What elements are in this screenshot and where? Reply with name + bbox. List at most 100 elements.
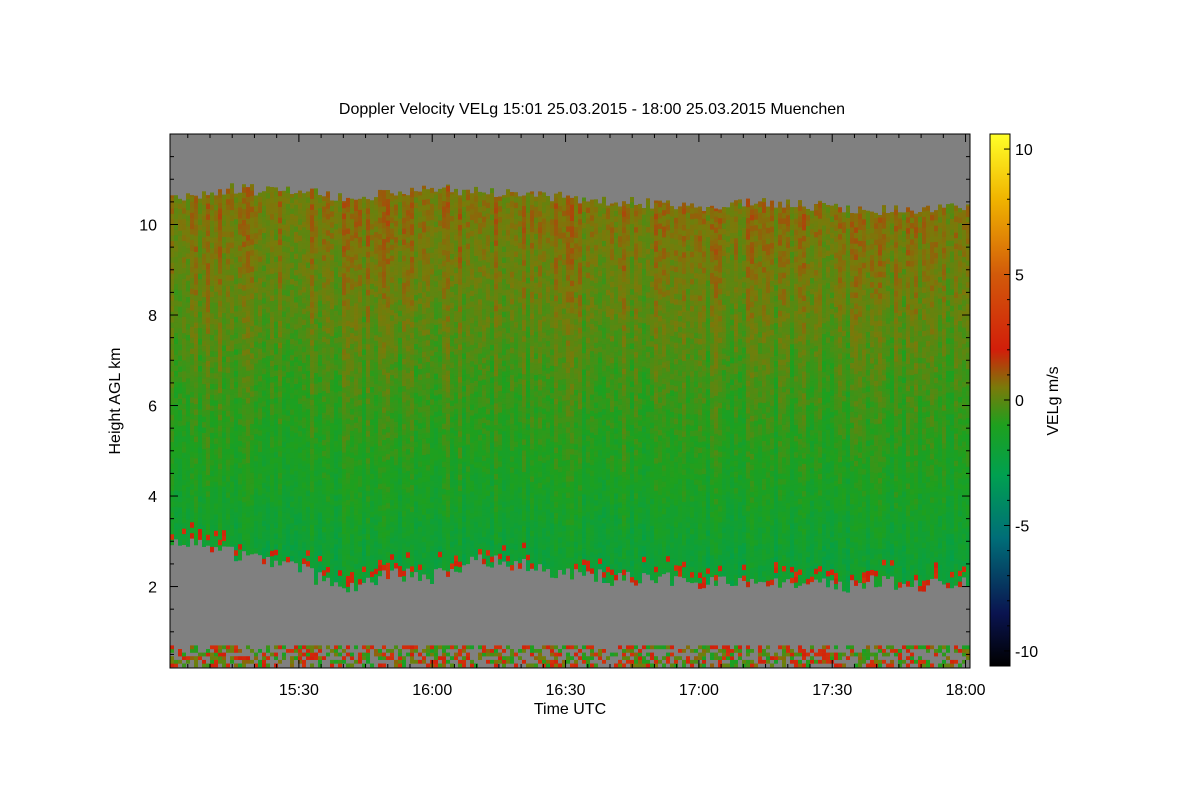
velocity-cell (314, 291, 318, 297)
velocity-cell (294, 340, 298, 346)
velocity-cell (442, 488, 446, 495)
velocity-cell (382, 309, 386, 316)
velocity-cell (406, 421, 410, 428)
velocity-cell (222, 328, 226, 335)
velocity-cell (390, 483, 394, 490)
velocity-cell (322, 504, 326, 511)
velocity-cell (226, 535, 230, 542)
velocity-cell (230, 394, 234, 401)
velocity-cell (350, 414, 354, 420)
velocity-cell (222, 247, 226, 254)
velocity-cell (234, 289, 238, 296)
velocity-cell (454, 354, 458, 360)
velocity-cell (274, 413, 278, 420)
velocity-cell (222, 475, 226, 482)
velocity-cell (262, 406, 266, 413)
velocity-cell (370, 473, 374, 480)
velocity-cell (454, 364, 458, 371)
velocity-cell (318, 506, 322, 513)
velocity-cell (398, 250, 402, 257)
velocity-cell (246, 516, 250, 523)
velocity-cell (430, 436, 434, 443)
velocity-cell (446, 299, 450, 306)
velocity-cell (206, 479, 210, 486)
velocity-cell (194, 484, 198, 491)
velocity-cell (250, 379, 254, 386)
velocity-cell (402, 331, 406, 338)
velocity-cell (370, 446, 374, 453)
velocity-cell (366, 300, 370, 307)
velocity-cell (330, 509, 334, 516)
velocity-cell (438, 491, 442, 498)
velocity-cell (174, 386, 178, 393)
velocity-cell (398, 283, 402, 290)
velocity-cell (430, 333, 434, 340)
velocity-cell (314, 247, 318, 254)
velocity-cell (246, 430, 250, 436)
velocity-cell (170, 262, 174, 269)
velocity-cell (230, 187, 234, 194)
velocity-cell (258, 462, 262, 469)
velocity-cell (350, 213, 354, 220)
velocity-cell (318, 397, 322, 404)
velocity-cell (202, 258, 206, 265)
velocity-cell (206, 382, 210, 389)
velocity-cell (238, 277, 242, 284)
velocity-cell (186, 329, 190, 335)
velocity-cell (358, 464, 362, 471)
velocity-cell (386, 459, 390, 466)
velocity-cell (450, 220, 454, 227)
velocity-cell (306, 392, 310, 399)
velocity-cell (374, 551, 378, 558)
velocity-cell (242, 311, 246, 318)
velocity-cell (362, 419, 366, 426)
velocity-cell (430, 197, 434, 204)
velocity-cell (258, 364, 262, 371)
velocity-cell (222, 372, 226, 379)
velocity-cell (398, 402, 402, 409)
velocity-cell (214, 242, 218, 249)
velocity-cell (182, 234, 186, 241)
velocity-cell (326, 305, 330, 312)
velocity-cell (294, 535, 298, 542)
velocity-cell (282, 419, 286, 426)
velocity-cell (390, 412, 394, 419)
velocity-cell (426, 567, 430, 574)
velocity-cell (170, 479, 174, 486)
velocity-cell (306, 218, 310, 225)
velocity-cell (286, 301, 290, 308)
velocity-cell (198, 354, 202, 361)
velocity-cell (386, 214, 390, 221)
velocity-cell (174, 283, 178, 290)
velocity-cell (382, 320, 386, 326)
velocity-cell (346, 200, 350, 207)
velocity-cell (190, 472, 194, 479)
velocity-cell (186, 415, 190, 422)
velocity-cell (354, 460, 358, 467)
velocity-cell (246, 381, 250, 388)
velocity-cell (334, 522, 338, 528)
velocity-cell (238, 223, 242, 230)
velocity-cell (170, 512, 174, 518)
velocity-cell (190, 195, 194, 202)
velocity-cell (402, 320, 406, 327)
velocity-cell (342, 316, 346, 323)
velocity-cell (218, 452, 222, 459)
velocity-cell (426, 459, 430, 466)
velocity-cell (414, 316, 418, 323)
velocity-cell (174, 337, 178, 344)
velocity-cell (314, 258, 318, 265)
velocity-cell (254, 243, 258, 250)
velocity-cell (358, 497, 362, 504)
velocity-cell (286, 203, 290, 210)
velocity-cell (310, 269, 314, 275)
velocity-cell (354, 471, 358, 478)
velocity-cell (290, 311, 294, 318)
velocity-cell (238, 397, 242, 403)
velocity-cell (378, 287, 382, 294)
velocity-cell (422, 264, 426, 271)
velocity-cell (442, 330, 446, 337)
velocity-cell (302, 449, 306, 456)
velocity-cell (330, 542, 334, 549)
velocity-cell (382, 249, 386, 256)
